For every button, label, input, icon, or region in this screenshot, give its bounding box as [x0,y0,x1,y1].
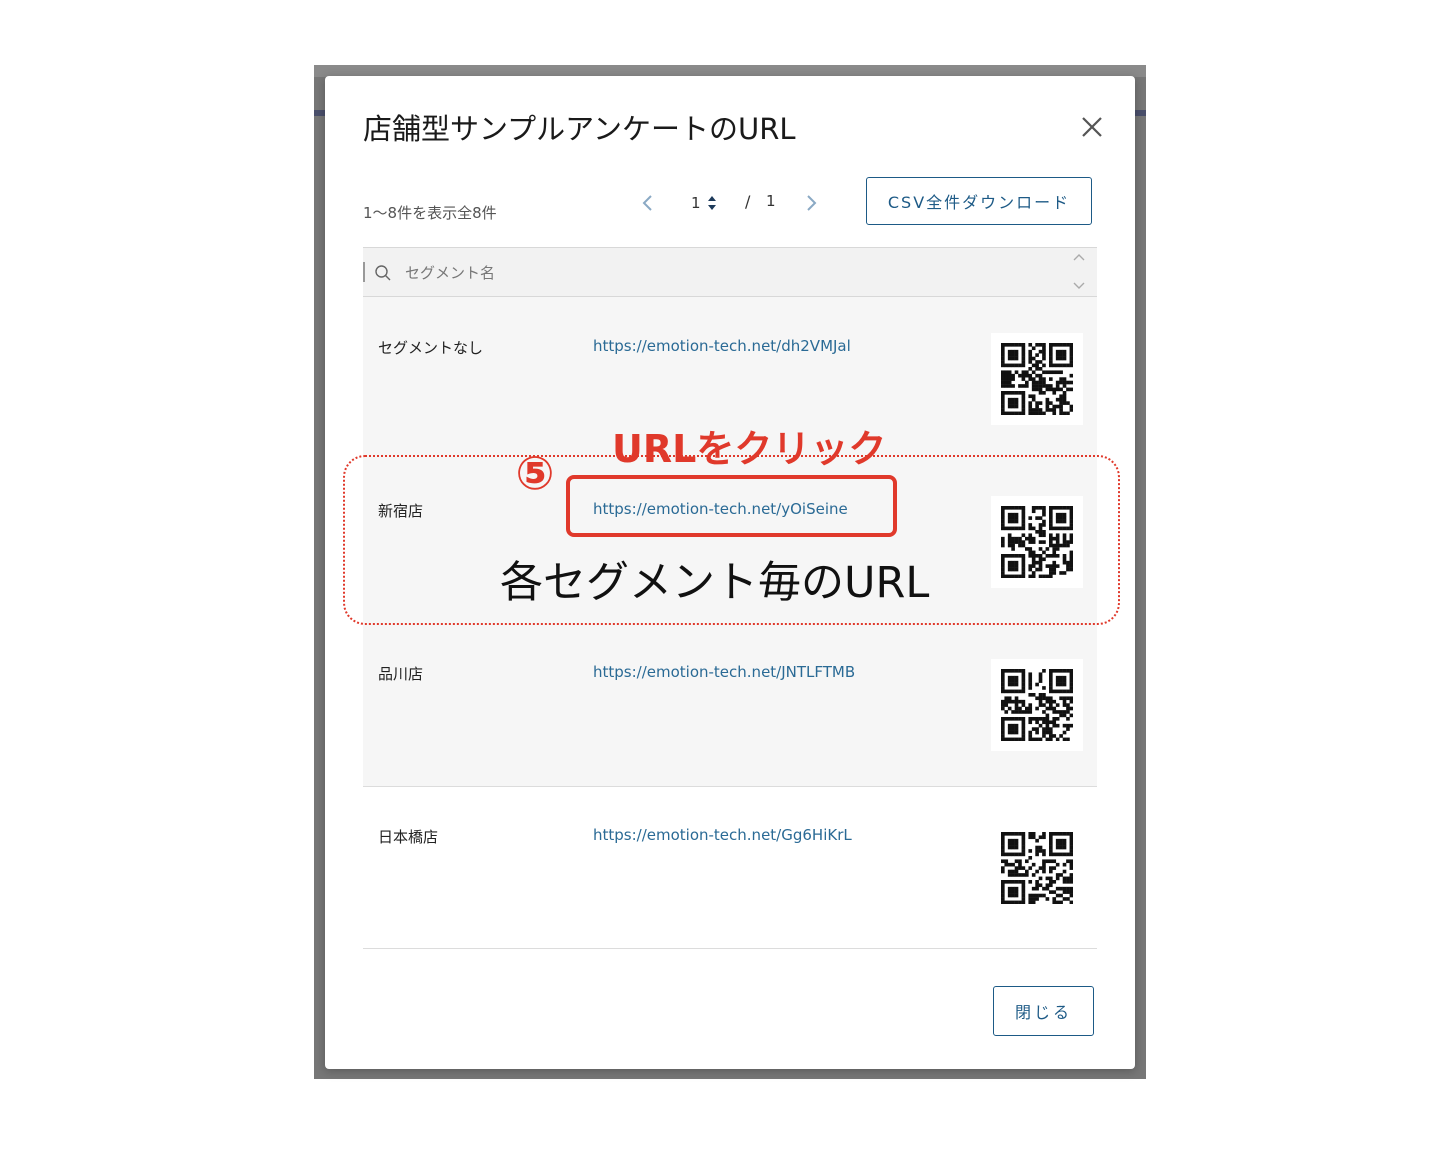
survey-url-link[interactable]: https://emotion-tech.net/JNTLFTMB [593,663,855,681]
qr-code-icon [1001,343,1073,415]
segment-search-input[interactable] [403,260,967,286]
table-row: 日本橋店 https://emotion-tech.net/Gg6HiKrL [363,786,1097,949]
qr-code-icon [1001,832,1073,904]
page-separator: / [745,192,751,211]
annotation-step-number: ⑤ [515,446,555,500]
stepper-icon[interactable] [707,193,717,213]
sort-down-icon[interactable] [1072,281,1086,291]
annotation-instruction: URLをクリック [612,427,887,471]
qr-code-icon [1001,669,1073,741]
survey-url-link[interactable]: https://emotion-tech.net/Gg6HiKrL [593,826,852,844]
qr-code [991,659,1083,751]
segment-name: セグメントなし [378,339,484,357]
annotation-highlight-box [566,475,897,537]
segment-search-bar [363,247,1097,297]
survey-url-link[interactable]: https://emotion-tech.net/dh2VMJal [593,337,851,355]
chevron-left-icon[interactable] [637,190,659,216]
modal-title: 店舗型サンプルアンケートのURL [363,112,796,146]
result-count: 1〜8件を表示全8件 [363,204,497,222]
table-row: 品川店 https://emotion-tech.net/JNTLFTMB [363,623,1097,786]
qr-code [991,822,1083,914]
qr-code [991,333,1083,425]
close-icon[interactable] [1077,112,1107,142]
sort-up-icon[interactable] [1072,252,1086,262]
page-total: 1 [766,192,776,210]
csv-download-button[interactable]: CSV全件ダウンロード [866,177,1092,225]
divider [363,262,365,282]
background-nav-bar [1135,110,1146,116]
search-icon [375,265,391,281]
annotation-caption: 各セグメント毎のURL [500,558,930,608]
segment-name: 日本橋店 [378,828,439,846]
page-current: 1 [691,194,701,212]
segment-name: 品川店 [378,665,424,683]
page-number-input[interactable]: 1 [691,190,731,216]
chevron-right-icon[interactable] [800,190,822,216]
row-divider [363,948,1097,949]
close-button[interactable]: 閉じる [993,986,1094,1036]
